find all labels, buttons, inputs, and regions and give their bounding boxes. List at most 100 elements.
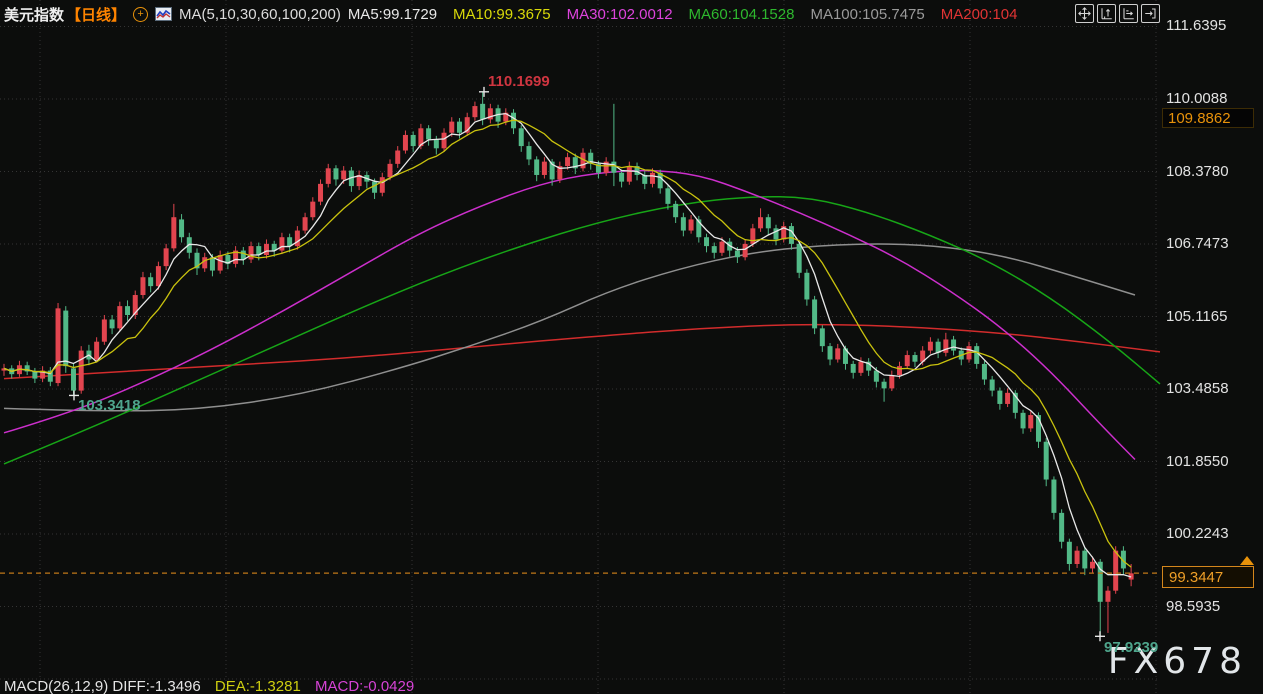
candle-body bbox=[380, 177, 385, 193]
candle-body bbox=[156, 266, 161, 286]
candle-body bbox=[411, 135, 416, 146]
candle-body bbox=[990, 379, 995, 390]
ma5-line bbox=[4, 114, 1131, 577]
candle-body bbox=[743, 244, 748, 257]
candle-body bbox=[789, 226, 794, 244]
candle-body bbox=[403, 135, 408, 151]
candle-body bbox=[117, 306, 122, 328]
candle-body bbox=[519, 128, 524, 146]
add-indicator-button[interactable]: + bbox=[133, 7, 148, 22]
candle-body bbox=[1113, 551, 1118, 591]
candle-body bbox=[426, 128, 431, 139]
candle-body bbox=[140, 277, 145, 295]
pane-exit-right-icon[interactable] bbox=[1141, 4, 1160, 23]
candle-body bbox=[897, 366, 902, 375]
axis-price-label: 108.3780 bbox=[1166, 163, 1229, 180]
candle-body bbox=[388, 164, 393, 177]
candle-body bbox=[79, 351, 84, 391]
candle-body bbox=[974, 346, 979, 364]
candle-body bbox=[1105, 591, 1110, 602]
period-selector[interactable]: 【日线】 bbox=[66, 4, 126, 25]
axis-price-label: 111.6395 bbox=[1166, 17, 1226, 34]
candle-body bbox=[565, 157, 570, 166]
candle-body bbox=[218, 255, 223, 271]
macd-indicator-row: MACD(26,12,9) DIFF:-1.3496 DEA:-1.3281 M… bbox=[4, 678, 424, 694]
candle-body bbox=[71, 368, 76, 390]
candle-body bbox=[828, 346, 833, 359]
ma60-line bbox=[4, 197, 1160, 464]
candle-body bbox=[534, 159, 539, 175]
candle-body bbox=[928, 342, 933, 351]
candle-body bbox=[820, 328, 825, 346]
candle-body bbox=[542, 162, 547, 175]
candle-body bbox=[650, 173, 655, 184]
ma100-line bbox=[4, 244, 1135, 411]
candle-body bbox=[449, 122, 454, 133]
chart-toolbar bbox=[1075, 4, 1160, 23]
candle-body bbox=[766, 217, 771, 228]
macd-dea: DEA:-1.3281 bbox=[215, 678, 301, 694]
candle-body bbox=[295, 231, 300, 247]
candle-body bbox=[442, 133, 447, 149]
candle-body bbox=[611, 162, 616, 173]
chart-app-window: 美元指数【日线】 + MA(5,10,30,60,100,200) MA5:99… bbox=[0, 0, 1263, 694]
candle-body bbox=[125, 306, 130, 315]
candle-body bbox=[264, 244, 269, 255]
chart-type-icon[interactable] bbox=[155, 7, 172, 21]
candle-body bbox=[333, 168, 338, 179]
ma-group-label: MA(5,10,30,60,100,200) bbox=[179, 6, 341, 23]
candle-body bbox=[1059, 513, 1064, 542]
candle-body bbox=[341, 171, 346, 180]
candle-body bbox=[905, 355, 910, 366]
low-price-annotation-2: 97.9239 bbox=[1104, 639, 1158, 656]
chart-header: 美元指数【日线】 + MA(5,10,30,60,100,200) MA5:99… bbox=[4, 3, 1017, 25]
ma-value-label: MA5:99.1729 bbox=[348, 6, 437, 23]
candle-body bbox=[681, 217, 686, 230]
low-price-annotation-1: 103.3418 bbox=[78, 397, 141, 414]
candle-body bbox=[619, 173, 624, 182]
candle-body bbox=[1021, 413, 1026, 429]
candle-body bbox=[889, 375, 894, 388]
high-price-annotation: 110.1699 bbox=[488, 73, 550, 90]
candlestick-chart-canvas bbox=[0, 0, 1263, 694]
candle-body bbox=[326, 168, 331, 184]
candle-body bbox=[171, 217, 176, 248]
current-price-label: 99.3447 bbox=[1162, 566, 1254, 588]
candle-body bbox=[874, 371, 879, 382]
candle-body bbox=[56, 308, 61, 383]
candle-body bbox=[110, 319, 115, 328]
candle-body bbox=[434, 139, 439, 148]
candle-body bbox=[1090, 562, 1095, 569]
candle-body bbox=[102, 319, 107, 341]
ma-value-label: MA60:104.1528 bbox=[689, 6, 795, 23]
candle-body bbox=[310, 202, 315, 218]
candle-body bbox=[750, 228, 755, 244]
candle-body bbox=[526, 146, 531, 159]
candle-body bbox=[164, 248, 169, 266]
candle-body bbox=[758, 217, 763, 228]
axis-price-label: 98.5935 bbox=[1166, 598, 1220, 615]
reference-price-label: 109.8862 bbox=[1162, 108, 1254, 128]
candle-body bbox=[943, 339, 948, 352]
x-axis-scale-icon[interactable] bbox=[1119, 4, 1138, 23]
y-axis-scale-icon[interactable] bbox=[1097, 4, 1116, 23]
candle-body bbox=[395, 151, 400, 164]
candle-body bbox=[1082, 551, 1087, 569]
candle-body bbox=[1005, 393, 1010, 404]
candle-body bbox=[472, 106, 477, 117]
macd-params-diff: MACD(26,12,9) DIFF:-1.3496 bbox=[4, 678, 201, 694]
candle-body bbox=[1075, 551, 1080, 564]
candle-body bbox=[997, 391, 1002, 404]
candle-body bbox=[712, 246, 717, 253]
candle-body bbox=[279, 237, 284, 250]
candle-body bbox=[457, 122, 462, 133]
ma10-line bbox=[4, 120, 1131, 567]
symbol-name: 美元指数 bbox=[4, 4, 64, 25]
ma-value-label: MA30:102.0012 bbox=[567, 6, 673, 23]
candle-body bbox=[1051, 480, 1056, 513]
candle-body bbox=[1044, 442, 1049, 480]
pan-crosshair-icon[interactable] bbox=[1075, 4, 1094, 23]
candle-body bbox=[179, 219, 184, 237]
candle-body bbox=[148, 277, 153, 286]
ma-values-row: MA5:99.1729MA10:99.3675MA30:102.0012MA60… bbox=[348, 6, 1018, 23]
